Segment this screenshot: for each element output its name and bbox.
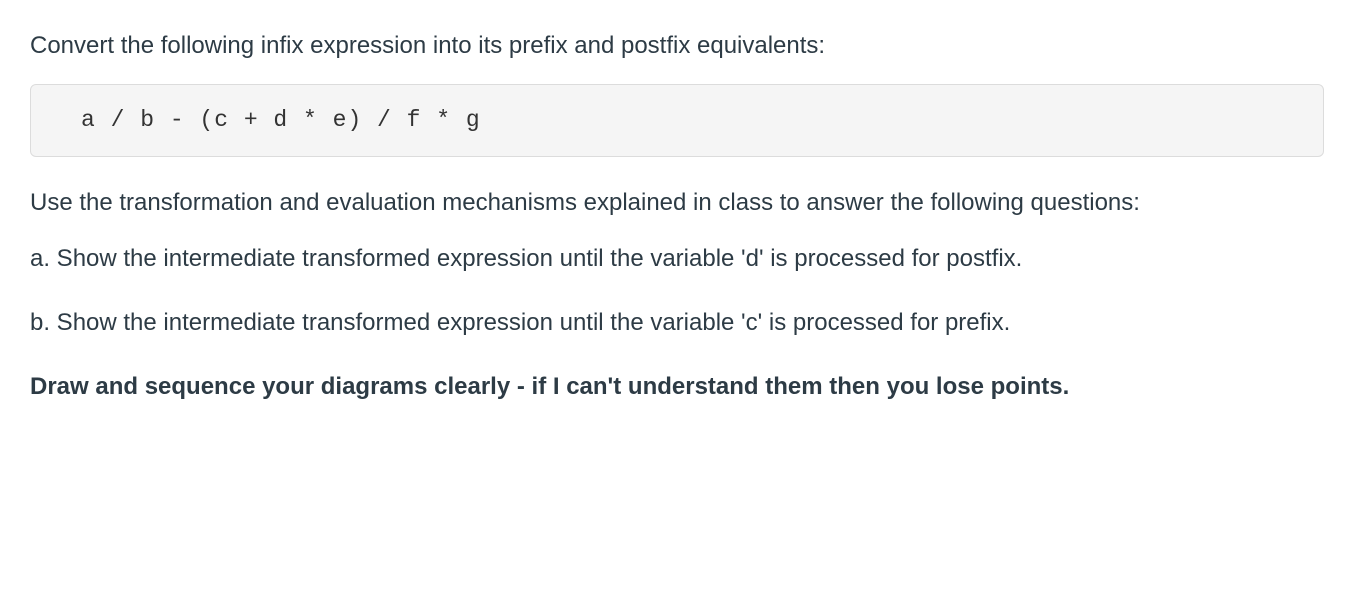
instructions-text: Use the transformation and evaluation me… (30, 185, 1324, 221)
question-a: a. Show the intermediate transformed exp… (30, 241, 1324, 277)
expression-code-block: a / b - (c + d * e) / f * g (30, 84, 1324, 157)
question-b: b. Show the intermediate transformed exp… (30, 305, 1324, 341)
intro-text: Convert the following infix expression i… (30, 28, 1324, 64)
closing-warning: Draw and sequence your diagrams clearly … (30, 369, 1324, 405)
